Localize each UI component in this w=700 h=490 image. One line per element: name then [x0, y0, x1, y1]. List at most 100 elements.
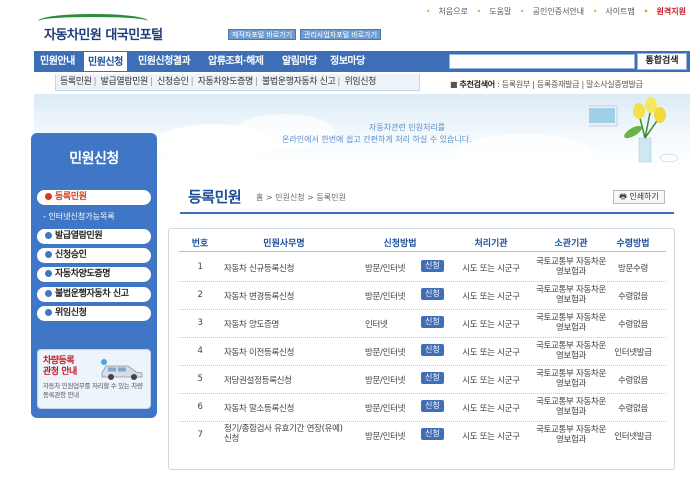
sidebar-subitem-label: 인터넷신청가능목록 [48, 212, 115, 221]
banner-line1: 자동차관련 민원처리를 [369, 123, 446, 132]
guide-title: 차량등록 관청 안내 [43, 356, 77, 377]
sidebar-item-issuance[interactable]: 발급열람민원 [37, 229, 151, 244]
col-header-no: 번호 [191, 239, 209, 249]
cell-name[interactable]: 정기/종합검사 유효기간 연장(유예)신청 [224, 424, 344, 444]
cell-receive: 수령없음 [617, 292, 649, 302]
col-header-name: 민원사무명 [263, 239, 305, 249]
cell-proc: 시도 또는 시군구 [462, 432, 520, 442]
cell-owner: 국토교통부 자동차운영보험과 [535, 369, 607, 389]
sidebar-item-label: 발급열람민원 [55, 231, 103, 241]
cell-method: 방문/인터넷 [365, 432, 406, 442]
subnav-separator: | [93, 77, 97, 87]
table-row: 4 자동차 이전등록신청 방문/인터넷 신청 시도 또는 시군구 국토교통부 자동차운영보… [169, 338, 674, 366]
bullet-icon: ■ [450, 80, 458, 89]
sidebar-item-label: 등록민원 [55, 192, 87, 202]
util-cert-link[interactable]: • 공인인증서안내 [520, 7, 584, 16]
cell-name[interactable]: 자동차 말소등록신청 [224, 402, 294, 414]
utility-links: • 처음으로 • 도움말 • 공인인증서안내 • 사이트맵 • 원격지원 [420, 6, 686, 17]
cell-owner: 국토교통부 자동차운영보험과 [535, 341, 607, 361]
maker-portal-button[interactable]: 제작자포털 바로가기 [228, 29, 297, 40]
tulip-vase-icon [589, 97, 679, 163]
sidebar-item-illegal-report[interactable]: 불법운행자동차 신고 [37, 287, 151, 302]
cell-owner: 국토교통부 자동차운영보험과 [535, 397, 607, 417]
subnav-item-transfer[interactable]: 자동차양도증명 [198, 77, 254, 87]
cell-proc: 시도 또는 시군구 [462, 320, 520, 330]
cell-receive: 수령없음 [617, 404, 649, 414]
cell-method: 방문/인터넷 [365, 264, 406, 274]
sidebar-item-label: 자동차양도증명 [55, 269, 111, 279]
table-row: 2 자동차 변경등록신청 방문/인터넷 신청 시도 또는 시군구 국토교통부 자동차운영보… [169, 282, 674, 310]
business-portal-button[interactable]: 관리사업자포털 바로가기 [300, 29, 382, 40]
util-help-link[interactable]: • 도움말 [477, 7, 512, 16]
nav-item-apply[interactable]: 민원신청 [83, 51, 128, 72]
nav-item-guide[interactable]: 민원안내 [40, 51, 75, 72]
nav-item-info[interactable]: 정보마당 [330, 51, 365, 72]
header: 자동차민원 대국민포털 제작자포털 바로가기 관리사업자포털 바로가기 • 처음으… [0, 0, 700, 48]
cell-name[interactable]: 자동차 신규등록신청 [224, 262, 294, 274]
subnav-item-issuance[interactable]: 발급열람민원 [101, 77, 149, 87]
sidebar-item-transfer[interactable]: 자동차양도증명 [37, 267, 151, 282]
sidebar-title: 민원신청 [69, 151, 119, 167]
apply-button[interactable]: 신청 [421, 428, 444, 440]
apply-button[interactable]: 신청 [421, 344, 444, 356]
registration-office-guide[interactable]: 차량등록 관청 안내 자동차 민원업무를 처리할 수 있는 차량등록관청 안내 [37, 349, 151, 409]
sidebar-item-approval[interactable]: 신청승인 [37, 248, 151, 263]
cell-owner: 국토교통부 자동차운영보험과 [535, 257, 607, 277]
sidebar-item-delegation[interactable]: 위임신청 [37, 306, 151, 321]
subnav-item-registration[interactable]: 등록민원 [60, 77, 92, 87]
recommend-item[interactable]: 말소사실증명발급 [586, 80, 643, 89]
title-divider [180, 212, 674, 214]
search-button[interactable]: 통합검색 [637, 53, 687, 70]
util-sitemap-link[interactable]: • 사이트맵 [593, 7, 635, 16]
sidebar-item-label: 위임신청 [55, 308, 87, 318]
cell-method: 방문/인터넷 [365, 404, 406, 414]
apply-button[interactable]: 신청 [421, 260, 444, 272]
cell-owner: 국토교통부 자동차운영보험과 [535, 313, 607, 333]
cell-method: 방문/인터넷 [365, 376, 406, 386]
util-remote-link[interactable]: • 원격지원 [643, 7, 686, 16]
subnav-item-delegation[interactable]: 위임신청 [344, 77, 376, 87]
cloud-decoration [454, 134, 594, 166]
col-header-method: 신청방법 [383, 239, 417, 249]
subnav-item-illegal-report[interactable]: 불법운행자동차 신고 [262, 77, 336, 87]
util-home-link[interactable]: • 처음으로 [426, 7, 468, 16]
nav-item-seizure[interactable]: 압류조회·해제 [208, 51, 264, 72]
cell-proc: 시도 또는 시군구 [462, 376, 520, 386]
print-button[interactable]: 🖶 인쇄하기 [613, 190, 665, 204]
cell-name[interactable]: 자동차 이전등록신청 [224, 346, 294, 358]
page-title: 등록민원 [188, 188, 242, 206]
sidebar-item-registration[interactable]: 등록민원 [37, 190, 151, 205]
subnav-separator: | [337, 77, 340, 87]
apply-button[interactable]: 신청 [421, 372, 444, 384]
subnav-item-approval[interactable]: 신청승인 [157, 77, 189, 87]
circle-bullet-icon [45, 232, 52, 239]
cell-proc: 시도 또는 시군구 [462, 348, 520, 358]
nav-item-notice[interactable]: 알림마당 [282, 51, 317, 72]
apply-button[interactable]: 신청 [421, 288, 444, 300]
cell-no: 7 [197, 430, 203, 440]
cell-receive: 인터넷발급 [614, 432, 652, 442]
cell-no: 6 [197, 402, 203, 412]
nav-item-result[interactable]: 민원신청결과 [138, 51, 191, 72]
apply-button[interactable]: 신청 [421, 316, 444, 328]
cell-method: 인터넷 [365, 320, 388, 330]
recommend-label: 추천검색어 [459, 80, 496, 89]
search-input[interactable] [449, 54, 635, 69]
cell-receive: 방문수령 [617, 264, 649, 274]
sub-nav: 등록민원 | 발급열람민원 | 신청승인 | 자동차양도증명 | 불법운행자동차 신고 |… [55, 74, 420, 91]
recommend-item[interactable]: 등록원부 [502, 80, 531, 89]
cell-name[interactable]: 자동차 양도증명 [224, 318, 279, 330]
cell-name[interactable]: 저당권설정등록신청 [224, 374, 292, 386]
recommend-item[interactable]: 등록증재발급 [537, 80, 580, 89]
sidebar-subitem-internet-list[interactable]: - 인터넷신청가능목록 [43, 211, 115, 222]
apply-button[interactable]: 신청 [421, 400, 444, 412]
circle-bullet-icon [45, 290, 52, 297]
sidebar-item-label: 신청승인 [55, 250, 87, 260]
cell-no: 2 [197, 290, 203, 300]
cell-name[interactable]: 자동차 변경등록신청 [224, 290, 294, 302]
printer-icon: 🖶 [619, 192, 627, 201]
guide-description: 자동차 민원업무를 처리할 수 있는 차량등록관청 안내 [43, 382, 143, 399]
circle-bullet-icon [45, 251, 52, 258]
col-header-proc: 처리기관 [474, 239, 508, 249]
cell-proc: 시도 또는 시군구 [462, 292, 520, 302]
